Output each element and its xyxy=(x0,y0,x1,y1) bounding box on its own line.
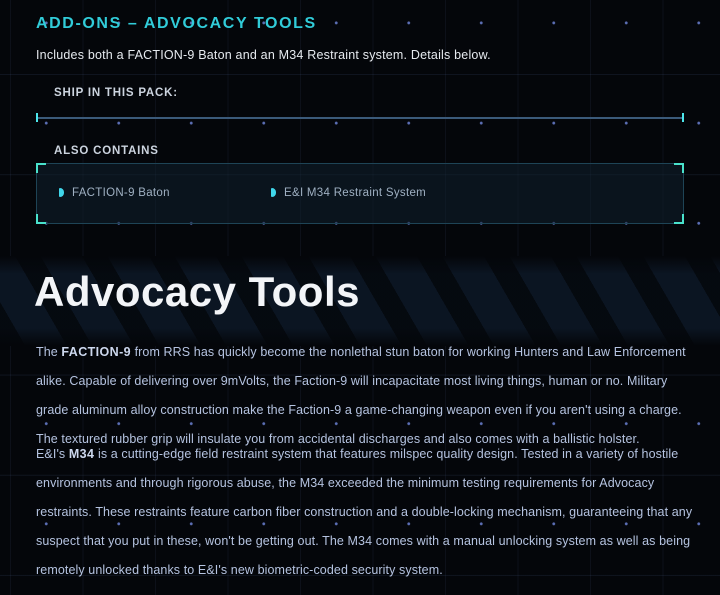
corner-bracket-icon xyxy=(674,163,684,173)
para-text: E&I's xyxy=(36,447,69,461)
para-text: The xyxy=(36,345,61,359)
list-item: E&I M34 Restraint System xyxy=(271,187,426,199)
page-subtitle: Includes both a FACTION-9 Baton and an M… xyxy=(36,48,491,62)
divider-left-cap-icon xyxy=(36,113,38,122)
also-contains-box: FACTION-9 Baton E&I M34 Restraint System xyxy=(36,163,684,224)
para-bold-text: FACTION-9 xyxy=(61,345,131,359)
ship-pack-divider xyxy=(36,113,684,122)
m34-description: E&I's M34 is a cutting-edge field restra… xyxy=(36,440,698,585)
page-title: ADD-ONS – ADVOCACY TOOLS xyxy=(36,15,317,33)
advocacy-tools-page: ADD-ONS – ADVOCACY TOOLS Includes both a… xyxy=(0,0,720,595)
para-text: is a cutting-edge field restraint system… xyxy=(36,447,692,577)
faction9-description: The FACTION-9 from RRS has quickly becom… xyxy=(36,338,698,454)
divider-rule xyxy=(37,117,683,119)
item-label: FACTION-9 Baton xyxy=(72,187,170,199)
corner-bracket-icon xyxy=(36,214,46,224)
list-item: FACTION-9 Baton xyxy=(59,187,170,199)
corner-bracket-icon xyxy=(674,214,684,224)
corner-bracket-icon xyxy=(36,163,46,173)
details-heading: Advocacy Tools xyxy=(34,268,360,316)
divider-right-cap-icon xyxy=(682,113,684,122)
para-bold-text: M34 xyxy=(69,447,95,461)
para-text: from RRS has quickly become the nonletha… xyxy=(36,345,686,446)
item-marker-icon xyxy=(271,188,276,197)
also-contains-label: ALSO CONTAINS xyxy=(54,145,159,157)
item-label: E&I M34 Restraint System xyxy=(284,187,426,199)
item-marker-icon xyxy=(59,188,64,197)
ship-in-pack-label: SHIP IN THIS PACK: xyxy=(54,87,178,99)
